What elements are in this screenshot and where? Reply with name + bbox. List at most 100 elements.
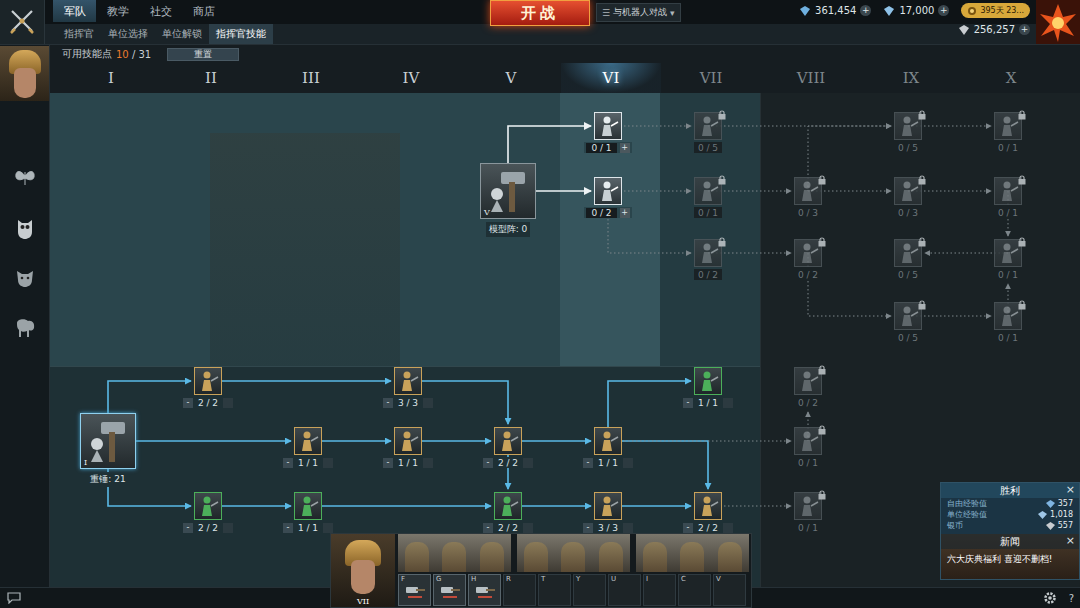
lock-icon [818,365,826,375]
skill-node[interactable]: 0 / 1 [978,177,1038,218]
battle-button[interactable]: 开战 [490,0,590,26]
boar-icon [14,267,36,289]
skill-node[interactable]: 0 / 1 [778,427,838,468]
sidebar-button[interactable] [10,213,40,243]
skill-node[interactable]: -2 / 2 [478,427,538,468]
skill-node[interactable]: -1 / 1 [278,492,338,533]
skill-node[interactable]: -1 / 1 [678,367,738,408]
lock-icon [1018,300,1026,310]
ability-slot[interactable]: R [503,574,536,606]
skill-node[interactable]: 0 / 1 [978,112,1038,153]
main-tab[interactable]: 商店 [182,0,225,22]
ability-slot[interactable]: C [678,574,711,606]
sidebar-button[interactable] [10,313,40,343]
skill-node[interactable]: 0 / 2 [678,239,738,280]
skill-icon [894,177,922,205]
ability-slot[interactable]: U [608,574,641,606]
add-currency-button[interactable]: + [1019,24,1030,35]
skill-node[interactable]: -2 / 2 [178,492,238,533]
increase-button[interactable]: + [620,208,630,218]
decrease-button[interactable]: - [483,523,493,533]
skill-node[interactable]: 0 / 5 [878,239,938,280]
skill-node[interactable]: -2 / 2 [478,492,538,533]
reset-button[interactable]: 重置 [167,48,239,61]
skill-node[interactable]: -3 / 3 [578,492,638,533]
skill-node[interactable]: 0 / 3 [778,177,838,218]
decrease-button[interactable]: - [583,458,593,468]
skill-root[interactable]: I重锤: 21 [80,413,136,487]
help-button[interactable]: ? [1069,593,1074,604]
news-panel[interactable]: 新闻×六大庆典福利 喜迎不删档! [941,534,1079,579]
sidebar-button[interactable] [10,263,40,293]
decrease-button[interactable]: - [183,398,193,408]
decrease-button[interactable]: - [283,458,293,468]
skill-node[interactable]: 0 / 5 [878,302,938,343]
close-button[interactable]: × [1066,534,1075,547]
sub-tab[interactable]: 单位解锁 [155,24,209,44]
add-currency-button[interactable]: + [860,5,871,16]
decrease-button[interactable]: - [383,398,393,408]
skill-node[interactable]: 0 / 1+ [578,112,638,153]
ability-slot[interactable]: F [398,574,431,606]
membership-badge[interactable]: 395天 23... [961,3,1030,18]
ability-slot[interactable]: Y [573,574,606,606]
skill-node[interactable]: 0 / 1 [778,492,838,533]
skill-node[interactable]: -3 / 3 [378,367,438,408]
skill-node[interactable]: 0 / 5 [678,112,738,153]
skill-node[interactable]: 0 / 1 [678,177,738,218]
commander-portrait[interactable] [0,46,49,101]
skill-root[interactable]: V模型阵: 0 [480,163,536,237]
sub-tab[interactable]: 指挥官技能 [209,24,273,44]
sidebar-button[interactable] [10,163,40,193]
unit-card[interactable] [517,534,630,572]
skill-node[interactable]: -2 / 2 [178,367,238,408]
decrease-button[interactable]: - [583,523,593,533]
skill-root-icon: V [480,163,536,219]
skill-icon [194,492,222,520]
ability-slot[interactable]: T [538,574,571,606]
skill-node[interactable]: 0 / 1 [978,302,1038,343]
fire-emblem-icon[interactable] [1036,0,1080,44]
add-currency-button[interactable]: + [938,5,949,16]
skill-node[interactable]: -1 / 1 [578,427,638,468]
skill-node[interactable]: 0 / 2 [778,367,838,408]
background-scene [210,133,400,366]
ability-slot[interactable]: G [433,574,466,606]
game-logo[interactable] [0,0,45,44]
ability-slot[interactable]: I [643,574,676,606]
skill-node[interactable]: 0 / 2+ [578,177,638,218]
lock-icon [818,175,826,185]
ability-slot[interactable]: H [468,574,501,606]
skill-node[interactable]: 0 / 5 [878,112,938,153]
commander-slot[interactable]: VII [331,534,395,607]
unit-card[interactable] [398,534,511,572]
skill-node[interactable]: -1 / 1 [278,427,338,468]
main-tab[interactable]: 军队 [53,0,96,22]
settings-button[interactable] [1043,591,1057,605]
mode-dropdown[interactable]: ☰与机器人对战▾ [596,3,681,22]
main-tab[interactable]: 社交 [139,0,182,22]
tier-column: III [261,63,361,93]
unit-card[interactable] [636,534,749,572]
decrease-button[interactable]: - [283,523,293,533]
skill-node[interactable]: 0 / 1 [978,239,1038,280]
gear-icon [1043,591,1057,605]
skill-node[interactable]: -2 / 2 [678,492,738,533]
skill-connection [308,505,491,507]
sub-tab[interactable]: 指挥官 [57,24,101,44]
main-tab[interactable]: 教学 [96,0,139,22]
close-button[interactable]: × [1066,483,1075,496]
skill-node[interactable]: -1 / 1 [378,427,438,468]
skill-node[interactable]: 0 / 3 [878,177,938,218]
decrease-button[interactable]: - [683,398,693,408]
decrease-button[interactable]: - [483,458,493,468]
decrease-button[interactable]: - [383,458,393,468]
decrease-button[interactable]: - [183,523,193,533]
increase-button[interactable]: + [620,143,630,153]
skill-icon [994,177,1022,205]
chat-button[interactable] [6,592,22,604]
sub-tab[interactable]: 单位选择 [101,24,155,44]
ability-slot[interactable]: V [713,574,746,606]
decrease-button[interactable]: - [683,523,693,533]
skill-node[interactable]: 0 / 2 [778,239,838,280]
